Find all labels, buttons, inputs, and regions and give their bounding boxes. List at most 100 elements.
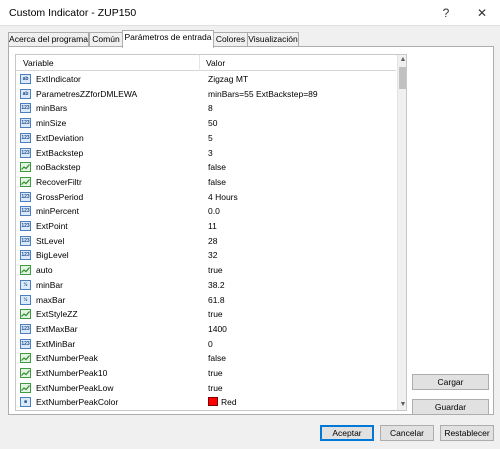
param-value[interactable]: 3	[208, 148, 213, 158]
param-row[interactable]: ½ minBar 38.2	[16, 278, 396, 293]
grid-header: Variable Valor	[16, 55, 396, 71]
param-value[interactable]: true	[208, 383, 223, 393]
param-row[interactable]: ExtNumberPeak10 true	[16, 366, 396, 381]
scroll-up-icon[interactable]: ▲	[398, 55, 406, 65]
param-name: ParametresZZforDMLEWA	[36, 88, 138, 99]
help-button[interactable]: ?	[436, 4, 456, 22]
boolean-param-icon	[20, 382, 31, 393]
dialog-footer: Aceptar Cancelar Restablecer	[0, 416, 500, 449]
load-button[interactable]: Cargar	[412, 374, 489, 390]
param-row[interactable]: RecoverFiltr false	[16, 175, 396, 190]
param-value[interactable]: 61.8	[208, 295, 225, 305]
param-value[interactable]: 38.2	[208, 280, 225, 290]
param-name: BigLevel	[36, 250, 69, 261]
param-value[interactable]: 50	[208, 118, 217, 128]
param-value[interactable]: true	[208, 265, 223, 275]
string-param-icon: ab	[20, 88, 31, 99]
param-row[interactable]: 123 minSize 50	[16, 116, 396, 131]
param-row[interactable]: ½ maxBar 61.8	[16, 293, 396, 308]
param-name: minBars	[36, 103, 68, 114]
param-value[interactable]: minBars=55 ExtBackstep=89	[208, 89, 318, 99]
param-name: minPercent	[36, 206, 79, 217]
param-value[interactable]: Zigzag MT	[208, 74, 248, 84]
param-value[interactable]: 1400	[208, 324, 227, 334]
param-name: ExtStyleZZ	[36, 309, 78, 320]
param-value[interactable]: 28	[208, 236, 217, 246]
tab-input-parameters[interactable]: Parámetros de entrada	[122, 30, 214, 48]
param-row[interactable]: 123 ExtBackstep 3	[16, 146, 396, 161]
boolean-param-icon	[20, 176, 31, 187]
scroll-thumb[interactable]	[399, 67, 406, 89]
param-value[interactable]: false	[208, 162, 226, 172]
param-name: auto	[36, 265, 53, 276]
param-name: ExtPoint	[36, 221, 68, 231]
param-value[interactable]: 0.0	[208, 206, 220, 216]
color-param-icon: ■	[20, 397, 31, 408]
tab-common[interactable]: Común	[89, 32, 123, 47]
param-row[interactable]: auto true	[16, 263, 396, 278]
param-row[interactable]: 123 ExtMinBar 0	[16, 337, 396, 352]
integer-param-icon: 123	[20, 338, 31, 349]
tab-visualization[interactable]: Visualización	[247, 32, 299, 47]
param-row[interactable]: 123 GrossPeriod 4 Hours	[16, 190, 396, 205]
parameters-grid: Variable Valor ab ExtIndicator Zigzag MT ab…	[15, 54, 407, 411]
param-name: minSize	[36, 118, 67, 129]
double-param-icon: ½	[20, 294, 31, 305]
param-row[interactable]: ab ExtIndicator Zigzag MT	[16, 72, 396, 87]
scroll-down-icon[interactable]: ▼	[398, 400, 406, 410]
param-row[interactable]: 123 minBars 8	[16, 101, 396, 116]
close-icon[interactable]: ✕	[472, 4, 492, 22]
color-swatch[interactable]	[208, 397, 218, 407]
boolean-param-icon	[20, 368, 31, 378]
param-name: ExtNumberPeak	[36, 353, 98, 364]
param-value[interactable]: 32	[208, 250, 217, 260]
param-value[interactable]: 0	[208, 339, 213, 349]
column-header-variable[interactable]: Variable	[23, 58, 54, 68]
column-header-value[interactable]: Valor	[206, 58, 225, 68]
reset-button[interactable]: Restablecer	[440, 425, 494, 441]
vertical-scrollbar[interactable]: ▲ ▼	[397, 55, 406, 410]
integer-param-icon: 123	[20, 235, 31, 246]
param-value[interactable]: 8	[208, 103, 213, 113]
param-row[interactable]: ■ ExtNumberPeakColor Red	[16, 395, 396, 410]
param-value[interactable]: true	[208, 309, 223, 319]
param-row[interactable]: 123 ExtPoint 11	[16, 219, 396, 234]
param-value[interactable]: false	[208, 177, 226, 187]
boolean-param-icon	[20, 353, 31, 364]
param-row[interactable]: 123 ExtMaxBar 1400	[16, 322, 396, 337]
param-row[interactable]: ExtNumberPeakLow true	[16, 381, 396, 396]
string-param-icon: ab	[20, 74, 31, 84]
param-value[interactable]: 5	[208, 133, 213, 143]
param-row[interactable]: 123 StLevel 28	[16, 234, 396, 249]
param-value[interactable]: false	[208, 353, 226, 363]
param-row[interactable]: 123 BigLevel 32	[16, 248, 396, 263]
param-row[interactable]: ExtStyleZZ true	[16, 307, 396, 322]
param-value[interactable]: 11	[208, 221, 217, 231]
param-row[interactable]: noBackstep false	[16, 160, 396, 175]
param-row[interactable]: ab ParametresZZforDMLEWA minBars=55 ExtBac…	[16, 87, 396, 102]
integer-param-icon: 123	[20, 147, 31, 158]
title-bar: Custom Indicator - ZUP150 ? ✕	[0, 0, 500, 26]
accept-button[interactable]: Aceptar	[320, 425, 374, 441]
window-title: Custom Indicator - ZUP150	[9, 7, 137, 19]
param-name: GrossPeriod	[36, 191, 84, 202]
param-value[interactable]: true	[208, 368, 223, 378]
tab-panel: Variable Valor ab ExtIndicator Zigzag MT ab…	[8, 46, 494, 415]
tab-about[interactable]: Acerca del programa	[8, 32, 89, 47]
save-button[interactable]: Guardar	[412, 399, 489, 415]
param-value[interactable]: Red	[208, 397, 237, 407]
param-name: minBar	[36, 279, 63, 290]
double-param-icon: ½	[20, 279, 31, 290]
param-name: noBackstep	[36, 162, 81, 173]
cancel-button[interactable]: Cancelar	[380, 425, 434, 441]
param-row[interactable]: 123 ExtDeviation 5	[16, 131, 396, 146]
integer-param-icon: 123	[20, 221, 31, 231]
param-name: ExtDeviation	[36, 132, 84, 143]
param-row[interactable]: 123 minPercent 0.0	[16, 204, 396, 219]
param-value[interactable]: 4 Hours	[208, 192, 238, 202]
integer-param-icon: 123	[20, 206, 31, 217]
param-name: ExtNumberPeakColor	[36, 397, 119, 408]
tab-colors[interactable]: Colores	[213, 32, 248, 47]
param-row[interactable]: ExtNumberPeak false	[16, 351, 396, 366]
column-divider[interactable]	[199, 55, 200, 71]
